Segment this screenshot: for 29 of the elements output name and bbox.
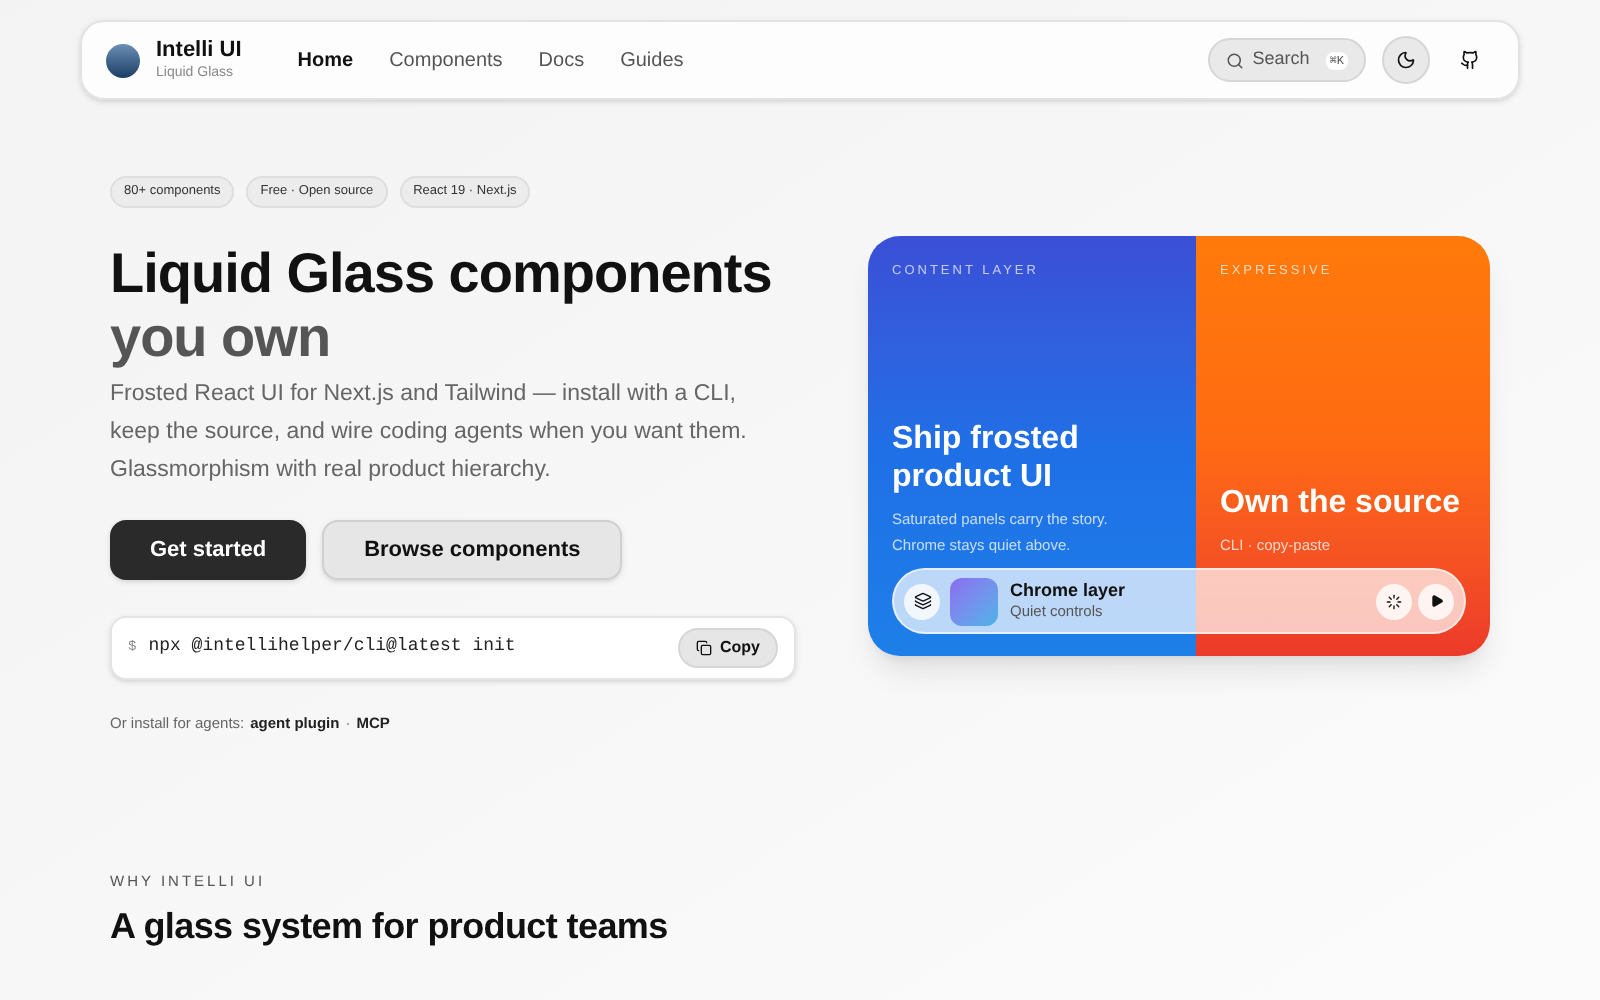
- hero-title-muted: you own: [110, 305, 333, 370]
- theme-toggle-button[interactable]: [1382, 36, 1430, 84]
- panel-title: Own the source: [1220, 484, 1463, 522]
- nav-link[interactable]: Docs: [538, 45, 585, 75]
- nav-link[interactable]: Components: [389, 45, 503, 75]
- nav-link[interactable]: Home: [297, 45, 354, 75]
- play-button[interactable]: [1418, 583, 1454, 619]
- panel-title: Ship frosted product UI: [892, 420, 1081, 496]
- hero-description: Frosted React UI for Next.js and Tailwind — install with a CLI, keep the source, and wire coding agents when you want them. Glassmorphism with real product hierarchy.: [110, 379, 749, 486]
- logo-icon: [106, 43, 140, 77]
- layers-button[interactable]: [904, 583, 940, 619]
- install-command: npx @intellihelper/cli@latest init: [148, 634, 516, 660]
- browse-button[interactable]: Browse components: [322, 519, 623, 580]
- get-started-button[interactable]: Get started: [110, 519, 307, 580]
- moon-icon: [1396, 50, 1416, 70]
- spinner-icon: [1386, 593, 1402, 609]
- github-icon: [1460, 50, 1480, 70]
- copy-button[interactable]: Copy: [678, 627, 778, 668]
- brand-name: Intelli UI: [156, 40, 242, 62]
- artwork-thumbnail: [950, 577, 998, 625]
- nav-link[interactable]: Guides: [620, 45, 684, 75]
- section-title: A glass system for product teams: [110, 904, 670, 951]
- play-icon: [1429, 594, 1443, 608]
- loading-button[interactable]: [1376, 583, 1412, 619]
- layers-icon: [913, 592, 931, 610]
- hero-title: Liquid Glass components: [110, 241, 774, 306]
- search-icon: [1226, 51, 1245, 69]
- copy-icon: [696, 639, 712, 656]
- player-title: Chrome layer: [1010, 582, 1126, 601]
